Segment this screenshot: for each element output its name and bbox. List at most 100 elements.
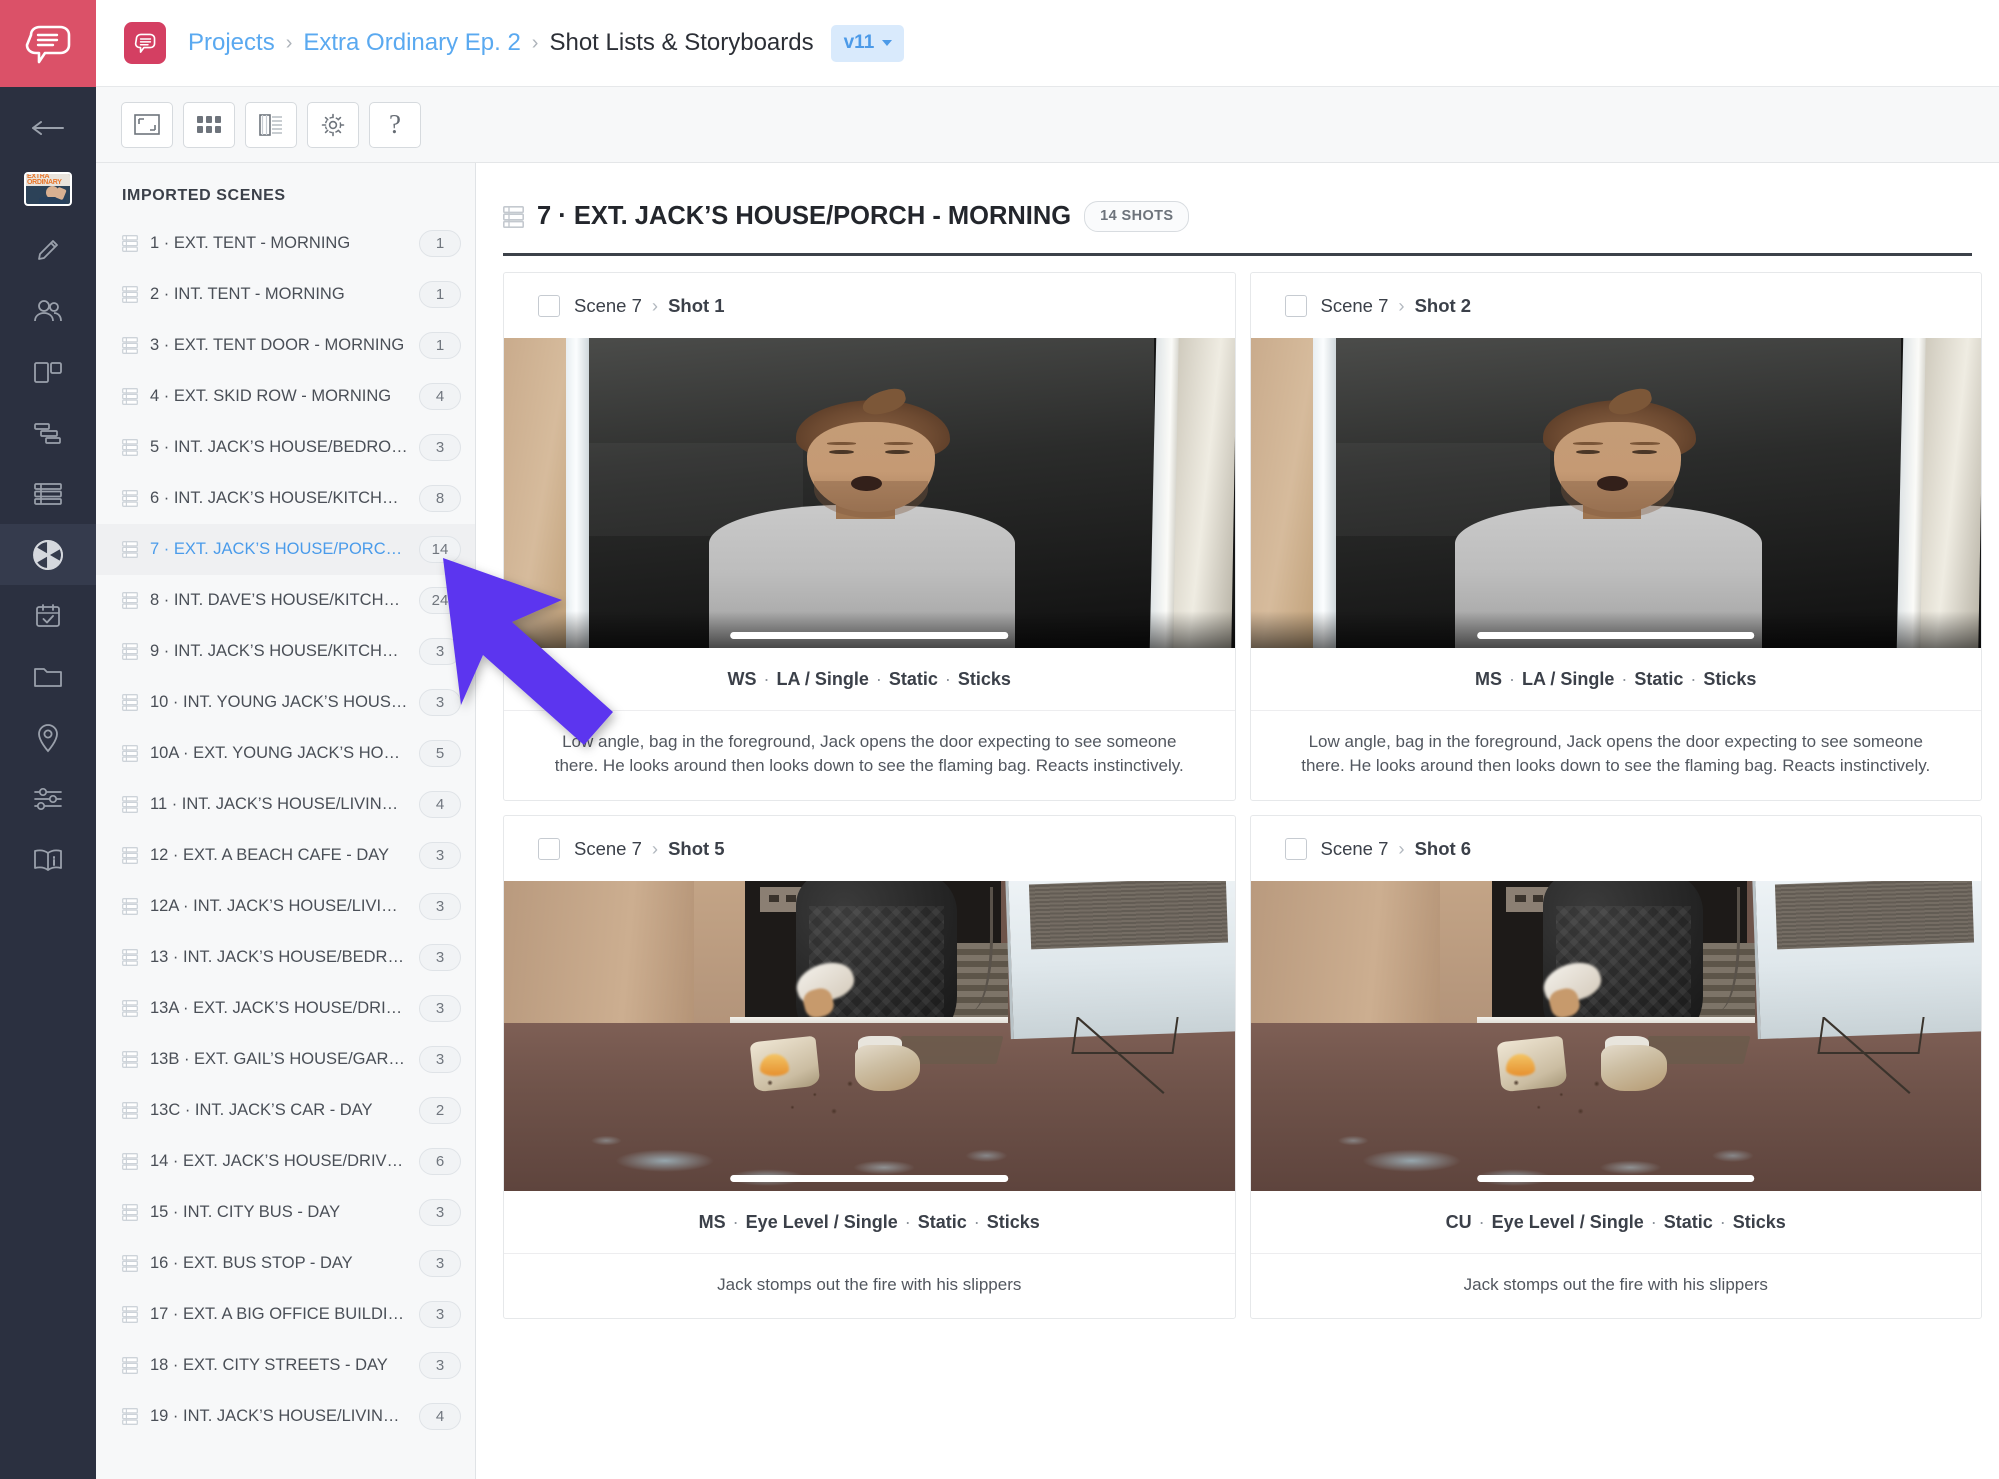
playback-progress-bar[interactable] xyxy=(730,632,1009,639)
sidebar-item-script[interactable] xyxy=(0,219,96,280)
shot-card[interactable]: Scene 7 › Shot 2 MS · LA / Single · Static · S… xyxy=(1249,272,1982,801)
sidebar-scene-item-18[interactable]: 14 · EXT. JACK’S HOUSE/DRIVE… 6 xyxy=(96,1136,475,1187)
app-logo[interactable] xyxy=(0,0,96,87)
shot-card[interactable]: Scene 7 › Shot 6 CU · Eye Level / Single · S… xyxy=(1249,814,1982,1320)
scene-label: 5 · INT. JACK’S HOUSE/BEDRO… xyxy=(150,438,408,456)
shot-description: Jack stomps out the fire with his slippe… xyxy=(717,1274,1022,1294)
shot-description: Low angle, bag in the foreground, Jack o… xyxy=(1301,732,1931,775)
shot-number-label: Shot 6 xyxy=(1414,837,1472,859)
scene-label: 8 · INT. DAVE’S HOUSE/KITCHE… xyxy=(150,591,409,609)
sidebar-item-locations[interactable] xyxy=(0,707,96,768)
shot-number-label: Shot 1 xyxy=(668,295,725,316)
shot-meta-item: Eye Level / Single xyxy=(745,1211,898,1232)
scene-rows-icon xyxy=(122,745,138,762)
single-view-button[interactable] xyxy=(121,101,173,148)
sidebar-item-storyboards[interactable] xyxy=(0,524,96,585)
breadcrumb-separator: › xyxy=(531,31,539,54)
sidebar-item-settings[interactable] xyxy=(0,768,96,829)
sidebar-scene-item-13[interactable]: 12A · INT. JACK’S HOUSE/LIVIN… 3 xyxy=(96,881,475,932)
playback-progress-bar[interactable] xyxy=(1476,1174,1755,1182)
scene-rows-icon xyxy=(122,1204,138,1221)
playback-progress-bar[interactable] xyxy=(1476,632,1755,639)
sidebar-item-files[interactable] xyxy=(0,646,96,707)
sidebar-scene-item-15[interactable]: 13A · EXT. JACK’S HOUSE/DRIV… 3 xyxy=(96,983,475,1034)
scene-rows-icon xyxy=(122,898,138,915)
breadcrumb-project[interactable]: Extra Ordinary Ep. 2 xyxy=(303,29,520,57)
scene-rows-icon xyxy=(122,490,138,507)
shot-breadcrumb: Scene 7 › Shot 5 xyxy=(574,838,725,860)
scene-shot-count: 4 xyxy=(419,791,461,818)
scene-shot-count: 5 xyxy=(419,740,461,767)
app-badge[interactable] xyxy=(124,22,166,64)
shot-checkbox[interactable] xyxy=(538,295,560,317)
grid-view-button[interactable] xyxy=(183,101,235,148)
imported-scenes-sidebar[interactable]: IMPORTED SCENES 1 · EXT. TENT - MORNING 1… xyxy=(96,163,476,1479)
sidebar-scene-7[interactable]: 7 · EXT. JACK’S HOUSE/PORC… 14 xyxy=(96,524,475,575)
sidebar-scene-item-16[interactable]: 13B · EXT. GAIL’S HOUSE/GAR… 3 xyxy=(96,1034,475,1085)
people-icon xyxy=(34,299,62,321)
sidebar-item-breakdown[interactable] xyxy=(0,341,96,402)
sidebar-scene-item-11[interactable]: 11 · INT. JACK’S HOUSE/LIVING… 4 xyxy=(96,779,475,830)
scene-shot-count: 3 xyxy=(419,842,461,869)
list-view-button[interactable] xyxy=(245,101,297,148)
shot-checkbox[interactable] xyxy=(1284,837,1307,860)
calendar-check-icon xyxy=(36,603,60,627)
shot-number-label: Shot 5 xyxy=(668,837,725,859)
scene-shot-count: 3 xyxy=(419,1250,461,1277)
settings-button[interactable] xyxy=(307,101,359,148)
scene-shot-count: 3 xyxy=(419,434,461,461)
sidebar-item-shot-list[interactable] xyxy=(0,463,96,524)
sidebar-scene-item-10[interactable]: 10A · EXT. YOUNG JACK’S HOU… 5 xyxy=(96,728,475,779)
sidebar-scene-item-23[interactable]: 19 · INT. JACK’S HOUSE/LIVING… 4 xyxy=(96,1391,475,1442)
shot-breadcrumb-separator: › xyxy=(651,295,659,316)
help-button[interactable]: ? xyxy=(369,101,421,148)
grid-icon xyxy=(197,115,221,133)
scene-label: 3 · EXT. TENT DOOR - MORNING xyxy=(150,336,405,354)
meta-separator: · xyxy=(875,669,882,689)
sidebar-item-help-guide[interactable] xyxy=(0,829,96,890)
playback-progress-bar[interactable] xyxy=(730,1174,1009,1182)
shot-card[interactable]: Scene 7 › Shot 5 MS · Eye Level / Single · S… xyxy=(503,814,1236,1320)
back-button[interactable] xyxy=(0,97,96,158)
panel-header: 7 · EXT. JACK’S HOUSE/PORCH - MORNING 14… xyxy=(476,163,1999,232)
scene-shot-count: 24 xyxy=(419,587,461,614)
sidebar-scene-item-5[interactable]: 6 · INT. JACK’S HOUSE/KITCHE… 8 xyxy=(96,473,475,524)
sidebar-scene-item-7[interactable]: 8 · INT. DAVE’S HOUSE/KITCHE… 24 xyxy=(96,575,475,626)
sidebar-scene-item-12[interactable]: 12 · EXT. A BEACH CAFE - DAY 3 xyxy=(96,830,475,881)
sidebar-scene-item-21[interactable]: 17 · EXT. A BIG OFFICE BUILDI… 3 xyxy=(96,1289,475,1340)
sidebar-scene-item-17[interactable]: 13C · INT. JACK’S CAR - DAY 2 xyxy=(96,1085,475,1136)
sidebar-scene-item-19[interactable]: 15 · INT. CITY BUS - DAY 3 xyxy=(96,1187,475,1238)
sidebar-scene-item-3[interactable]: 4 · EXT. SKID ROW - MORNING 4 xyxy=(96,371,475,422)
scene-rows-icon xyxy=(122,694,138,711)
scene-rows-icon xyxy=(122,1408,138,1425)
shot-card[interactable]: Scene 7 › Shot 1 WS · LA / Single · Static · S… xyxy=(503,272,1236,801)
breadcrumb-projects[interactable]: Projects xyxy=(188,29,275,57)
sidebar-scene-item-9[interactable]: 10 · INT. YOUNG JACK’S HOUS… 3 xyxy=(96,677,475,728)
breadcrumb-current: Shot Lists & Storyboards xyxy=(549,29,814,56)
sidebar-scene-item-0[interactable]: 1 · EXT. TENT - MORNING 1 xyxy=(96,218,475,269)
sidebar-scene-item-2[interactable]: 3 · EXT. TENT DOOR - MORNING 1 xyxy=(96,320,475,371)
shot-checkbox[interactable] xyxy=(1284,295,1307,317)
scene-shot-count: 4 xyxy=(419,1403,461,1430)
scene-label: 13A · EXT. JACK’S HOUSE/DRIV… xyxy=(150,999,409,1017)
sidebar-item-calendar[interactable] xyxy=(0,585,96,646)
sidebar-scene-item-1[interactable]: 2 · INT. TENT - MORNING 1 xyxy=(96,269,475,320)
shot-checkbox[interactable] xyxy=(538,837,560,860)
scene-shot-count: 3 xyxy=(419,689,461,716)
gear-icon xyxy=(321,113,345,136)
sidebar-scene-item-4[interactable]: 5 · INT. JACK’S HOUSE/BEDRO… 3 xyxy=(96,422,475,473)
scene-shot-count: 8 xyxy=(419,485,461,512)
scene-shot-count: 2 xyxy=(419,1097,461,1124)
sidebar-item-cast[interactable] xyxy=(0,280,96,341)
sidebar-scene-item-22[interactable]: 18 · EXT. CITY STREETS - DAY 3 xyxy=(96,1340,475,1391)
sidebar-scene-item-8[interactable]: 9 · INT. JACK’S HOUSE/KITCHE… 3 xyxy=(96,626,475,677)
scene-rows-icon xyxy=(122,592,138,609)
scene-rows-icon xyxy=(122,847,138,864)
version-selector[interactable]: v11 xyxy=(830,24,905,62)
shot-meta-item: Static xyxy=(888,669,938,689)
project-thumbnail[interactable]: EXTRA ORDINARY xyxy=(0,158,96,219)
sidebar-scene-item-14[interactable]: 13 · INT. JACK’S HOUSE/BEDR… 3 xyxy=(96,932,475,983)
sidebar-item-schedule[interactable] xyxy=(0,402,96,463)
sidebar-scene-item-20[interactable]: 16 · EXT. BUS STOP - DAY 3 xyxy=(96,1238,475,1289)
shot-description-wrap: Jack stomps out the fire with his slippe… xyxy=(504,1252,1235,1319)
